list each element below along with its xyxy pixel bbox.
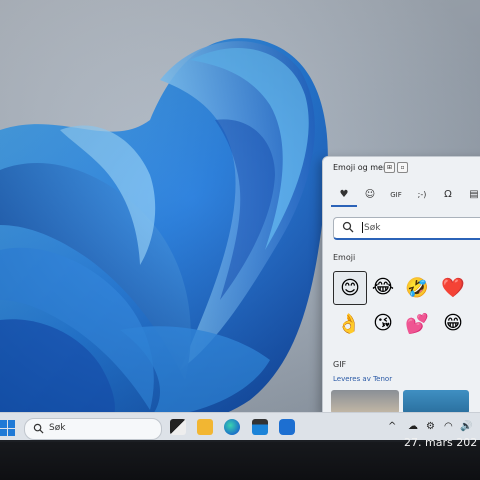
gif-section-label: GIF	[333, 360, 347, 369]
edge-browser-icon[interactable]	[224, 419, 240, 435]
emoji-item[interactable]: ❤️	[437, 271, 469, 303]
tab-emoji[interactable]: ☺	[357, 185, 383, 205]
wifi-icon[interactable]: ◠	[444, 421, 453, 432]
expand-icon[interactable]: ▫	[397, 162, 408, 173]
emoji-panel: Emoji og mer ⊞ ▫ ♥ ☺ GIF ;-) Ω ▤ Søk Emo…	[322, 156, 480, 414]
cloud-icon[interactable]: ☁	[408, 421, 418, 432]
emoji-item[interactable]: 😘	[367, 307, 399, 339]
taskbar-search-box[interactable]: Søk	[24, 418, 162, 440]
windows-start-icon[interactable]	[0, 420, 16, 436]
gif-thumbnail[interactable]	[403, 390, 469, 413]
emoji-panel-title: Emoji og mer	[333, 163, 387, 172]
settings-icon[interactable]: ⚙	[426, 421, 435, 432]
emoji-search-input[interactable]: Søk	[333, 217, 480, 240]
tab-recent[interactable]: ♥	[331, 185, 357, 207]
tab-kaomoji[interactable]: ;-)	[409, 185, 435, 205]
emoji-item[interactable]: 👌	[333, 307, 365, 339]
taskbar-search-label: Søk	[49, 423, 66, 433]
file-explorer-icon[interactable]	[197, 419, 213, 435]
emoji-section-label: Emoji	[333, 253, 356, 262]
emoji-item[interactable]: 😂	[367, 271, 399, 303]
tab-clipboard[interactable]: ▤	[461, 185, 480, 205]
volume-icon[interactable]: 🔊	[460, 421, 472, 432]
emoji-item[interactable]: 😊	[333, 271, 367, 305]
tab-gif[interactable]: GIF	[383, 185, 409, 205]
gif-provider-label: Leveres av Tenor	[333, 375, 393, 383]
outlook-icon[interactable]	[279, 419, 295, 435]
emoji-panel-title-buttons: ⊞ ▫	[384, 162, 408, 173]
taskbar-clock-date[interactable]: 27. mars 202	[404, 436, 477, 449]
tab-symbols[interactable]: Ω	[435, 185, 461, 205]
search-icon	[342, 221, 354, 233]
emoji-panel-tabs: ♥ ☺ GIF ;-) Ω ▤	[331, 185, 480, 207]
chevron-up-icon[interactable]: ^	[388, 421, 396, 432]
keyboard-icon[interactable]: ⊞	[384, 162, 395, 173]
gif-thumbnail[interactable]	[331, 390, 399, 413]
emoji-item[interactable]: 💕	[401, 307, 433, 339]
emoji-item[interactable]: 🤣	[401, 271, 433, 303]
emoji-item[interactable]: 😁	[437, 307, 469, 339]
search-icon	[33, 423, 44, 434]
store-icon[interactable]	[252, 419, 268, 435]
emoji-search-placeholder: Søk	[362, 222, 381, 233]
monitor-screen: Emoji og mer ⊞ ▫ ♥ ☺ GIF ;-) Ω ▤ Søk Emo…	[0, 0, 480, 440]
task-view-icon[interactable]	[170, 419, 186, 435]
